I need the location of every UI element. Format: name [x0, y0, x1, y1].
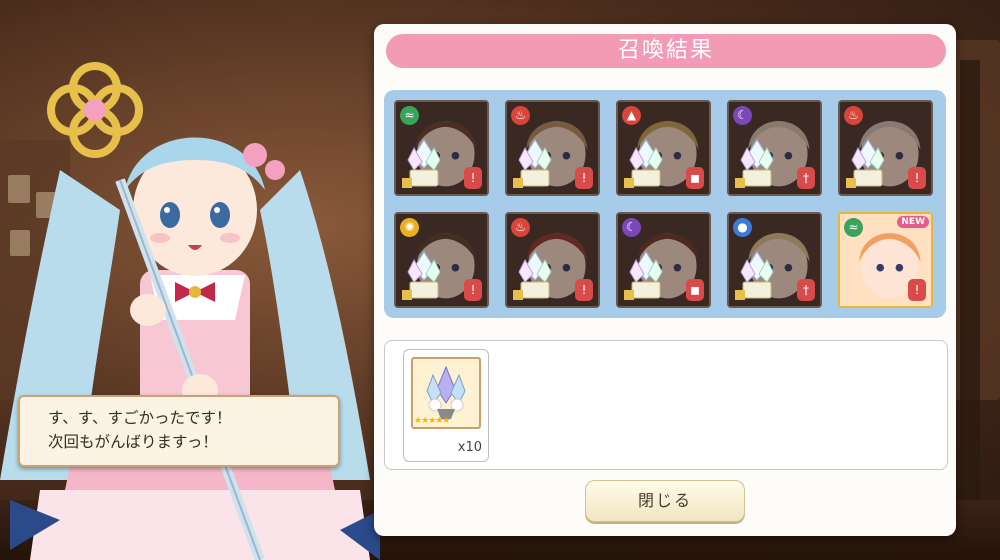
result-card[interactable]: ✺! — [394, 212, 489, 308]
shield-icon: ◼ — [686, 167, 704, 189]
flame-icon: ♨ — [844, 106, 863, 125]
sword-icon: † — [797, 279, 815, 301]
new-badge: NEW — [897, 216, 929, 228]
character-illustration — [0, 62, 380, 560]
rarity-stars: ★★★★★ — [414, 416, 450, 426]
result-card[interactable]: ▲ ◼ — [616, 100, 711, 196]
wave-icon: ≈ — [400, 106, 419, 125]
prism-crystal-icon — [735, 139, 774, 188]
result-card[interactable]: ≈! NEW — [838, 212, 933, 308]
result-card[interactable]: ☾ ◼ — [616, 212, 711, 308]
dialogue-box: す、す、すごかったです！ 次回もがんばりますっ！ — [18, 395, 340, 467]
result-card[interactable]: ● † — [727, 212, 822, 308]
flame-icon: ♨ — [511, 106, 530, 125]
flame-icon: ♨ — [511, 218, 530, 237]
close-button[interactable]: 閉じる — [585, 480, 745, 522]
result-card[interactable]: ♨! — [505, 100, 600, 196]
sword-icon: † — [797, 167, 815, 189]
crystal-bouquet-icon: ★★★★★ — [411, 357, 481, 429]
result-card[interactable]: ♨! — [505, 212, 600, 308]
result-card[interactable]: ≈! — [394, 100, 489, 196]
water-icon: ● — [733, 218, 752, 237]
panel-title: 召喚結果 — [386, 34, 946, 68]
result-card[interactable]: ♨! — [838, 100, 933, 196]
moon-icon: ☾ — [733, 106, 752, 125]
shield-icon: ◼ — [686, 279, 704, 301]
staff-icon: ! — [575, 279, 593, 301]
sun-icon: ✺ — [400, 218, 419, 237]
result-grid: ≈! ♨! ▲ ◼ ☾ † ♨! ✺! ♨! ☾ ◼ ● † ≈! NEW — [384, 90, 946, 318]
summon-result-panel: 召喚結果 ≈! ♨! ▲ ◼ ☾ † ♨! ✺! ♨! ☾ ◼ ● † ≈! NEW ★★★★★ x10 閉… — [374, 24, 956, 536]
dialogue-line-2: 次回もがんばりますっ！ — [48, 433, 218, 451]
staff-icon: ! — [908, 279, 926, 301]
lamp-post — [960, 60, 980, 500]
prism-crystal-icon — [735, 251, 774, 300]
prism-crystal-icon — [846, 139, 885, 188]
moon-icon: ☾ — [622, 218, 641, 237]
prism-crystal-icon — [402, 251, 441, 300]
result-card[interactable]: ☾ † — [727, 100, 822, 196]
staff-icon: ! — [464, 279, 482, 301]
prism-crystal-icon — [402, 139, 441, 188]
dialogue-line-1: す、す、すごかったです！ — [48, 409, 232, 427]
staff-icon: ! — [908, 167, 926, 189]
earth-icon: ▲ — [622, 106, 641, 125]
item-count: x10 — [457, 440, 482, 455]
staff-icon: ! — [464, 167, 482, 189]
prism-crystal-icon — [513, 139, 552, 188]
item-result-area: ★★★★★ x10 — [384, 340, 948, 470]
prism-crystal-icon — [624, 251, 663, 300]
staff-icon: ! — [575, 167, 593, 189]
wave-icon: ≈ — [844, 218, 863, 237]
prism-crystal-icon — [624, 139, 663, 188]
prism-crystal-icon — [513, 251, 552, 300]
item-card[interactable]: ★★★★★ x10 — [403, 349, 489, 462]
